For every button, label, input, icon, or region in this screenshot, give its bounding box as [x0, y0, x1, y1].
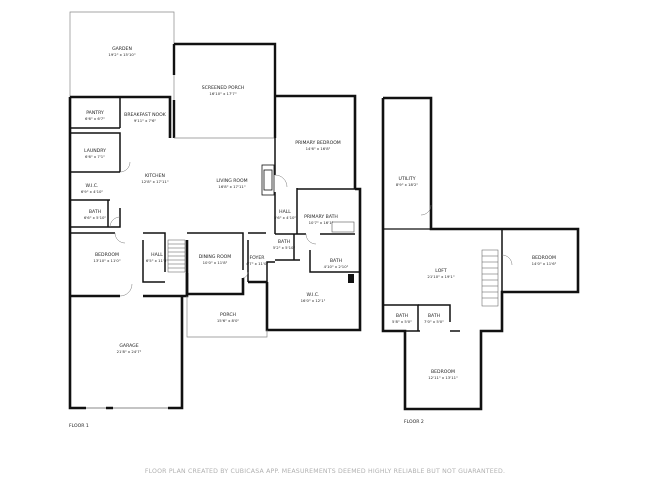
bath-5-dims: 7'0" x 5'0": [424, 319, 444, 324]
floor-2-label: FLOOR 2: [404, 419, 424, 425]
bath-3-dims: 4'10" x 2'10": [324, 264, 349, 269]
bedroom-3-dims: 12'11" x 13'11": [428, 375, 458, 380]
hall-2-dims: 6'5" x 11'3": [146, 258, 169, 263]
hall-1-dims: 5'6" x 4'10": [274, 215, 297, 220]
primary-bath-dims: 10'7" x 16'1": [309, 220, 334, 225]
column: [348, 274, 354, 283]
bath-2-dims: 5'2" x 5'10": [273, 245, 296, 250]
wic-2-dims: 16'0" x 12'1": [301, 298, 326, 303]
floor-plan: GARDEN 19'2" x 15'10" SCREENED PORCH 16'…: [0, 0, 650, 488]
screened-porch-dims: 16'10" x 17'7": [209, 91, 236, 96]
bedroom-1-dims: 13'10" x 11'0": [93, 258, 120, 263]
garage-dims: 21'8" x 24'7": [117, 349, 142, 354]
porch-dims: 15'6" x 8'0": [217, 318, 240, 323]
breakfast-nook-dims: 9'11" x 7'6": [134, 118, 157, 123]
primary-bedroom-dims: 14'6" x 16'8": [306, 146, 331, 151]
bath-1-dims: 6'6" x 5'10": [84, 215, 107, 220]
dining-room-dims: 10'0" x 11'8": [203, 260, 228, 265]
wic-1-dims: 6'9" x 4'10": [81, 189, 104, 194]
footer-disclaimer: FLOOR PLAN CREATED BY CUBICASA APP. MEAS…: [145, 468, 505, 475]
utility-dims: 8'9" x 18'2": [396, 182, 419, 187]
bath-4-dims: 5'8" x 5'0": [392, 319, 412, 324]
foyer-dims: 4'7" x 11'0": [246, 261, 269, 266]
bedroom-2-dims: 14'0" x 11'6": [532, 261, 557, 266]
floor-1-label: FLOOR 1: [69, 423, 89, 429]
loft-dims: 21'10" x 19'1": [427, 274, 454, 279]
pantry-dims: 6'6" x 6'7": [85, 116, 105, 121]
background: [0, 0, 650, 488]
laundry-dims: 6'6" x 7'1": [85, 154, 105, 159]
living-room-dims: 16'8" x 17'11": [218, 184, 245, 189]
garden-dims: 19'2" x 15'10": [108, 52, 135, 57]
kitchen-dims: 12'8" x 17'11": [141, 179, 168, 184]
